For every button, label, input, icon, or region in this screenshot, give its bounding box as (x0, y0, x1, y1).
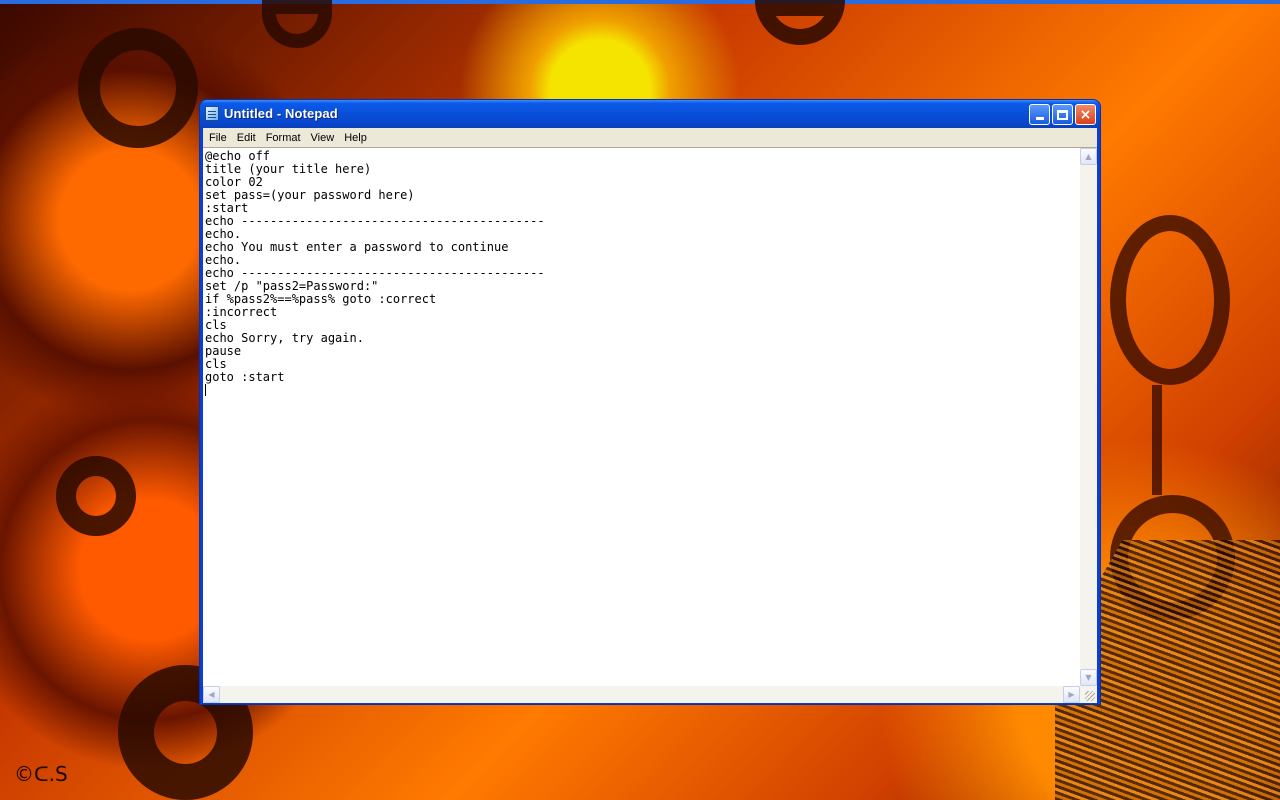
scroll-left-button[interactable]: ◀ (203, 686, 220, 703)
notepad-icon[interactable] (205, 106, 219, 121)
arrow-left-icon: ◀ (208, 690, 215, 699)
scroll-up-button[interactable]: ▲ (1080, 148, 1097, 165)
maximize-icon (1057, 109, 1068, 120)
editor-content[interactable]: @echo off title (your title here) color … (205, 150, 545, 384)
wallpaper-ring (1110, 215, 1230, 385)
window-title: Untitled - Notepad (224, 106, 338, 121)
text-caret (205, 384, 206, 396)
menu-bar: File Edit Format View Help (203, 128, 1097, 147)
wallpaper-ring (78, 28, 198, 148)
arrow-right-icon: ▶ (1068, 690, 1075, 699)
menu-view[interactable]: View (306, 130, 340, 147)
desktop-watermark: ©ᑕ.S (14, 762, 68, 786)
vertical-scrollbar[interactable]: ▲ ▼ (1080, 148, 1097, 686)
notepad-window[interactable]: Untitled - Notepad × File Edit Format View H… (199, 99, 1101, 705)
wallpaper-ring (56, 456, 136, 536)
close-icon: × (1079, 106, 1092, 123)
wallpaper-stem (1152, 385, 1162, 495)
title-bar[interactable]: Untitled - Notepad × (200, 100, 1100, 128)
scroll-down-button[interactable]: ▼ (1080, 669, 1097, 686)
top-strip (0, 0, 1280, 4)
menu-format[interactable]: Format (261, 130, 306, 147)
resize-grip-icon[interactable] (1080, 686, 1097, 703)
menu-file[interactable]: File (203, 130, 232, 147)
wallpaper-ring (262, 0, 332, 48)
maximize-button[interactable] (1052, 104, 1073, 125)
text-editor[interactable]: @echo off title (your title here) color … (203, 147, 1097, 703)
scroll-right-button[interactable]: ▶ (1063, 686, 1080, 703)
wallpaper-ring (755, 0, 845, 45)
arrow-down-icon: ▼ (1085, 673, 1092, 682)
horizontal-scrollbar[interactable]: ◀ ▶ (203, 686, 1080, 703)
menu-edit[interactable]: Edit (232, 130, 261, 147)
minimize-button[interactable] (1029, 104, 1050, 125)
menu-help[interactable]: Help (339, 130, 372, 147)
arrow-up-icon: ▲ (1085, 152, 1092, 161)
minimize-icon (1035, 117, 1044, 120)
close-button[interactable]: × (1075, 104, 1096, 125)
